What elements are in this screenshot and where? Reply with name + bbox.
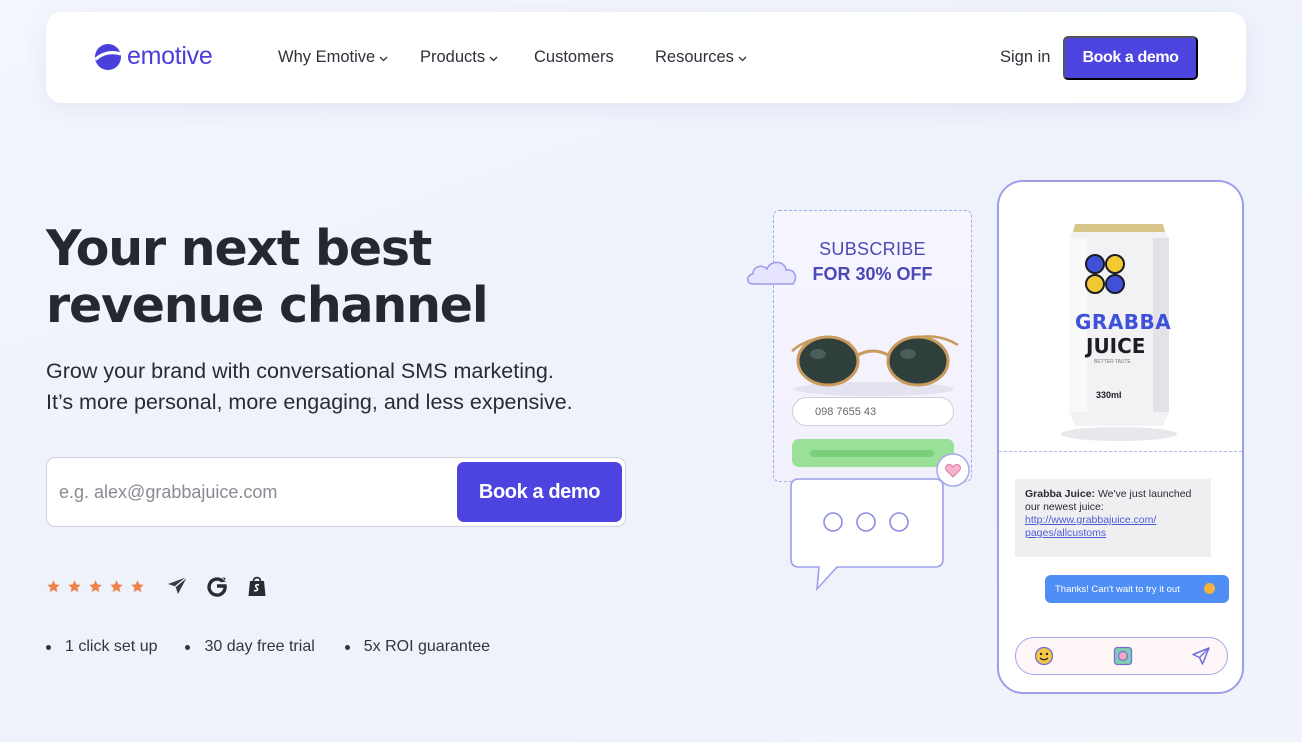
hero-book-demo-button[interactable]: Book a demo — [457, 462, 622, 522]
nav-customers-label: Customers — [534, 48, 614, 66]
hero-illustration: SUBSCRIBE FOR 30% OFF 098 7655 43 GRABBA… — [740, 175, 1255, 705]
popup-heading: SUBSCRIBE — [819, 239, 926, 259]
perk-item: 1 click set up — [46, 638, 157, 656]
nav-products-label: Products — [420, 48, 486, 66]
emoji-icon — [1204, 583, 1215, 594]
star-icon — [68, 580, 81, 593]
typing-bubble-icon — [790, 478, 944, 592]
star-icon — [89, 580, 102, 593]
email-input[interactable] — [59, 476, 449, 508]
message-sender: Grabba Juice: — [1025, 488, 1096, 500]
can-brand-line1: GRABBA — [1075, 310, 1172, 334]
perk-label: 30 day free trial — [204, 638, 315, 655]
top-navigation: emotive Why Emotive Products Customers R… — [46, 12, 1246, 103]
popup-phone-input: 098 7655 43 — [792, 397, 954, 426]
button-placeholder-bar — [810, 450, 934, 457]
hero-title-line-2: revenue channel — [46, 277, 489, 334]
bullet-icon — [185, 644, 191, 650]
g2-icon: 2 — [207, 576, 227, 597]
camera-icon — [1113, 646, 1133, 666]
hero-subtitle-line-1: Grow your brand with conversational SMS … — [46, 359, 554, 383]
paper-plane-icon — [168, 576, 188, 594]
phone-mockup: GRABBA JUICE BETTER TASTE 330ml Grabba J… — [997, 180, 1244, 694]
hero-title-line-1: Your next best — [46, 220, 432, 277]
chevron-down-icon — [379, 56, 388, 62]
bullet-icon — [344, 644, 350, 650]
perk-item: 30 day free trial — [185, 638, 315, 656]
can-brand-line2: JUICE — [1086, 334, 1146, 358]
logo-text: emotive — [127, 42, 213, 70]
message-link-line2: pages/allcustoms — [1025, 527, 1107, 539]
demo-signup-form: Book a demo — [46, 457, 626, 527]
outgoing-message: Thanks! Can't wait to try it out — [1045, 575, 1229, 603]
popup-offer: FOR 30% OFF — [812, 264, 933, 284]
chevron-down-icon — [489, 56, 498, 62]
send-icon — [1192, 647, 1210, 665]
shopify-icon — [248, 576, 266, 596]
message-composer — [1015, 637, 1228, 675]
perk-list: 1 click set up 30 day free trial 5x ROI … — [46, 638, 490, 656]
can-tagline: BETTER TASTE — [1094, 359, 1131, 365]
svg-text:2: 2 — [222, 576, 227, 584]
message-link-line1: http://www.grabbajuice.com/ — [1025, 514, 1157, 526]
star-icon — [131, 580, 144, 593]
nav-resources[interactable]: Resources — [655, 48, 747, 67]
perk-item: 5x ROI guarantee — [344, 638, 491, 656]
nav-why-emotive[interactable]: Why Emotive — [278, 48, 388, 67]
sign-in-link[interactable]: Sign in — [1000, 48, 1050, 67]
nav-why-emotive-label: Why Emotive — [278, 48, 376, 66]
hero-subtitle: Grow your brand with conversational SMS … — [46, 356, 666, 418]
emotive-logo-icon — [94, 43, 122, 70]
star-icon — [110, 580, 123, 593]
can-volume: 330ml — [1096, 390, 1122, 400]
incoming-message: Grabba Juice: We've just launched our ne… — [1015, 479, 1211, 557]
nav-resources-label: Resources — [655, 48, 734, 66]
nav-book-demo-button[interactable]: Book a demo — [1063, 36, 1198, 80]
hero-subtitle-line-2: It’s more personal, more engaging, and l… — [46, 390, 573, 414]
emoji-face-icon — [1034, 646, 1054, 666]
reply-text: Thanks! Can't wait to try it out — [1055, 583, 1180, 595]
nav-customers[interactable]: Customers — [534, 48, 614, 67]
bullet-icon — [46, 644, 51, 650]
subscribe-popup-card: SUBSCRIBE FOR 30% OFF 098 7655 43 — [773, 210, 972, 482]
nav-products[interactable]: Products — [420, 48, 498, 67]
perk-label: 1 click set up — [65, 638, 158, 655]
chevron-down-icon — [738, 56, 747, 62]
star-rating — [46, 579, 145, 594]
star-icon — [47, 580, 60, 593]
perk-label: 5x ROI guarantee — [363, 638, 491, 655]
logo[interactable]: emotive — [94, 42, 213, 71]
cloud-icon — [747, 261, 797, 285]
popup-submit-button — [792, 439, 954, 467]
product-image-area: GRABBA JUICE BETTER TASTE 330ml — [999, 182, 1242, 452]
hero-title: Your next best revenue channel — [46, 220, 686, 334]
sunglasses-image — [791, 335, 959, 396]
